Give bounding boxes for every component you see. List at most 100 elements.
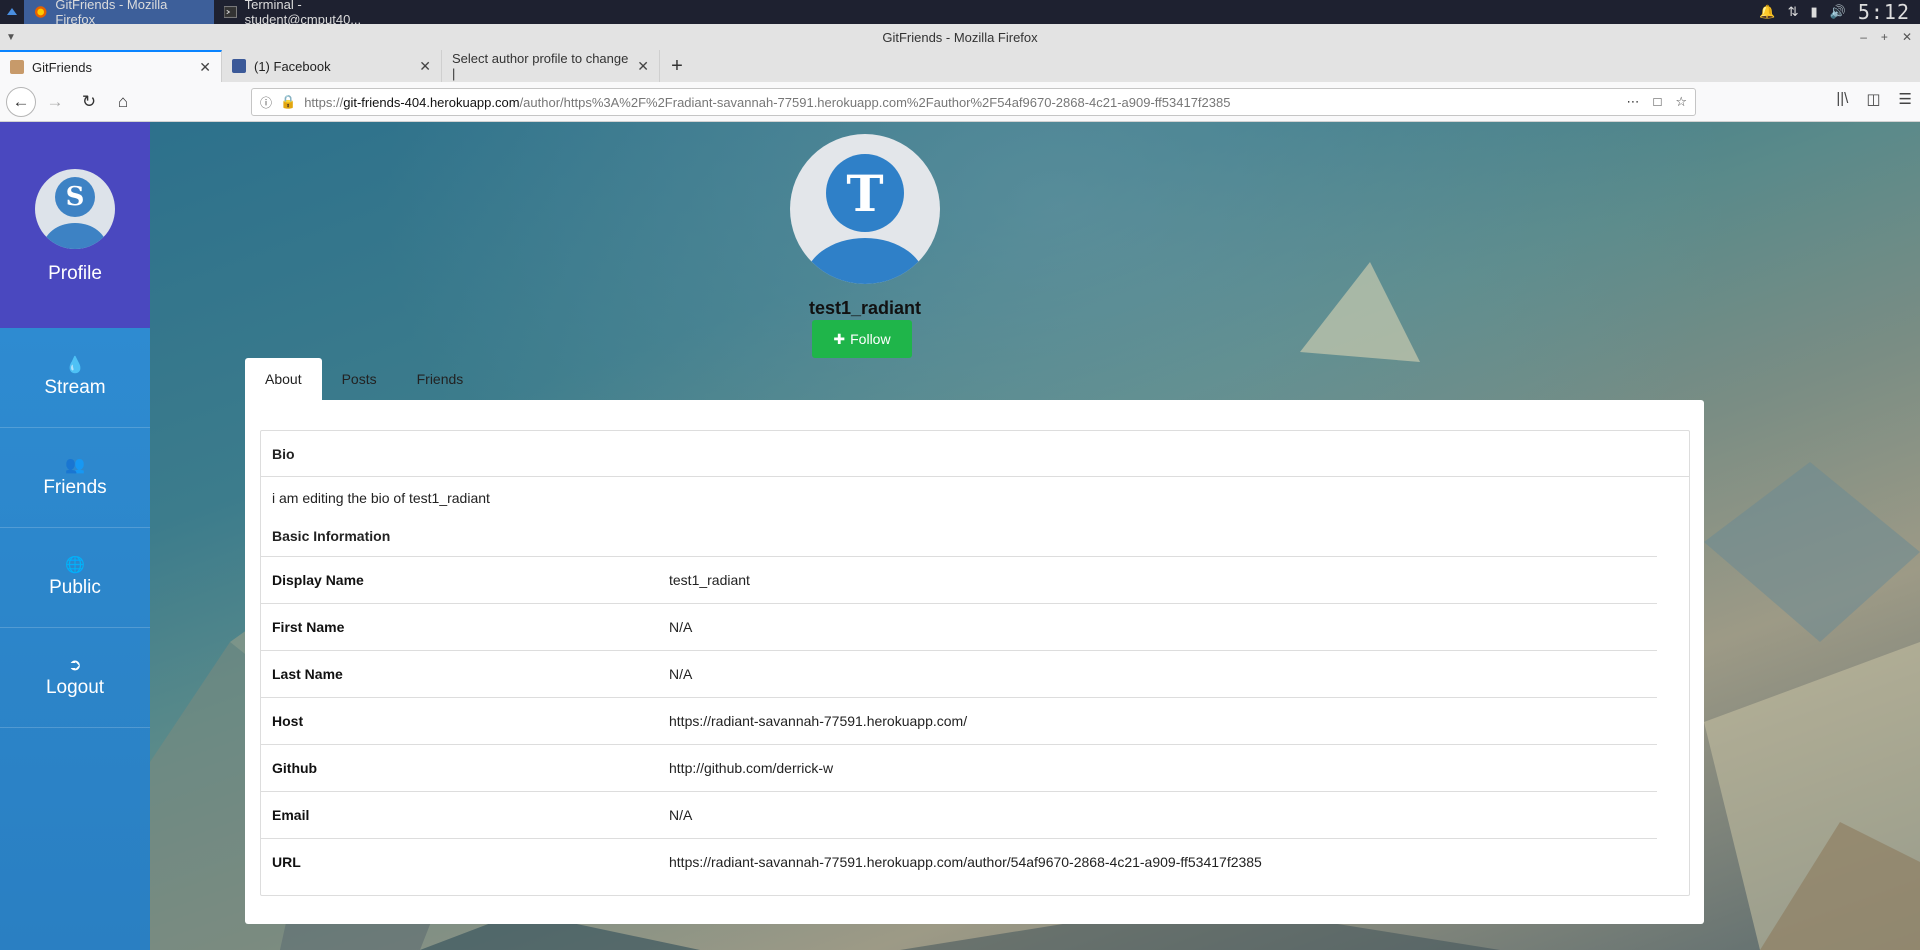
- about-card: Bio i am editing the bio of test1_radian…: [245, 400, 1704, 924]
- avatar: S: [35, 169, 115, 249]
- avatar-body: [804, 238, 926, 284]
- window-menu-icon[interactable]: ▼: [6, 32, 16, 43]
- tab-about[interactable]: About: [245, 358, 322, 400]
- avatar-initial: S: [55, 177, 95, 217]
- row-key: Display Name: [261, 556, 658, 604]
- row-value: N/A: [658, 650, 1657, 698]
- url-text[interactable]: https://git-friends-404.herokuapp.com/au…: [304, 95, 1230, 110]
- back-button[interactable]: ←: [6, 86, 36, 117]
- volume-icon[interactable]: 🔊: [1830, 4, 1846, 20]
- library-icon[interactable]: ||\: [1836, 90, 1848, 108]
- system-tray: 🔔 ⇅ ▮ 🔊 5:12: [1759, 0, 1920, 24]
- gitfriends-favicon-icon: [10, 60, 24, 74]
- window-titlebar: ▼ GitFriends - Mozilla Firefox – + ✕: [0, 24, 1920, 50]
- avatar-body: [43, 223, 107, 249]
- window-title: GitFriends - Mozilla Firefox: [882, 29, 1038, 45]
- row-key: Email: [261, 791, 658, 839]
- sidebar-toggle-icon[interactable]: ◫: [1866, 90, 1880, 108]
- tab-label: (1) Facebook: [254, 58, 331, 74]
- close-tab-icon[interactable]: ✕: [419, 58, 431, 75]
- battery-icon[interactable]: ▮: [1810, 4, 1817, 20]
- page-actions-icon[interactable]: ⋯: [1626, 94, 1639, 110]
- lock-icon[interactable]: 🔒: [280, 94, 296, 110]
- sidebar-item-label: Public: [49, 576, 101, 598]
- row-key: Host: [261, 697, 658, 745]
- table-row: First Name N/A: [261, 603, 1657, 651]
- table-row: Github http://github.com/derrick-w: [261, 744, 1657, 792]
- tint-icon: 💧: [65, 356, 85, 374]
- follow-label: Follow: [850, 331, 891, 347]
- sign-out-icon: ➲: [68, 656, 82, 674]
- row-key: Last Name: [261, 650, 658, 698]
- terminal-icon: [224, 6, 237, 18]
- taskbar-item-label: Terminal - student@cmput40...: [244, 0, 362, 27]
- taskbar-item-firefox[interactable]: GitFriends - Mozilla Firefox: [24, 0, 214, 27]
- basic-info-heading: Basic Information: [272, 528, 391, 544]
- bio-text: i am editing the bio of test1_radiant: [272, 490, 490, 506]
- network-icon[interactable]: ⇅: [1788, 4, 1799, 20]
- tab-label: About: [265, 371, 302, 387]
- taskbar-item-terminal[interactable]: Terminal - student@cmput40...: [214, 0, 414, 27]
- taskbar-item-label: GitFriends - Mozilla Firefox: [55, 0, 168, 27]
- tab-label: Friends: [416, 371, 464, 387]
- firefox-icon: [34, 6, 47, 18]
- os-taskbar: GitFriends - Mozilla Firefox Terminal - …: [0, 0, 1920, 27]
- avatar-initial: T: [826, 154, 904, 232]
- row-key: First Name: [261, 603, 658, 651]
- forward-button[interactable]: →: [40, 87, 70, 117]
- users-icon: 👥: [65, 456, 85, 474]
- sidebar-item-public[interactable]: 🌐 Public: [0, 528, 150, 628]
- table-row: Host https://radiant-savannah-77591.herok…: [261, 697, 1657, 745]
- browser-tab-gitfriends[interactable]: GitFriends ✕: [0, 50, 222, 82]
- bookmark-star-icon[interactable]: ☆: [1675, 94, 1687, 110]
- follow-button[interactable]: ✚ Follow: [812, 320, 912, 358]
- row-value: test1_radiant: [658, 556, 1657, 604]
- table-row: Display Name test1_radiant: [261, 556, 1657, 604]
- new-tab-button[interactable]: +: [660, 50, 694, 82]
- url-bar[interactable]: ⓘ 🔒 https://git-friends-404.herokuapp.co…: [251, 88, 1696, 116]
- close-window-icon[interactable]: ✕: [1902, 30, 1912, 44]
- basic-info-table: Display Name test1_radiant First Name N/A …: [261, 556, 1657, 886]
- tab-friends[interactable]: Friends: [397, 358, 484, 400]
- table-row: Last Name N/A: [261, 650, 1657, 698]
- minimize-icon[interactable]: –: [1860, 30, 1867, 44]
- tab-label: GitFriends: [32, 59, 92, 75]
- reload-button[interactable]: ↻: [74, 87, 104, 117]
- sidebar-item-profile[interactable]: S Profile: [0, 122, 150, 328]
- close-tab-icon[interactable]: ✕: [199, 59, 211, 76]
- page-content: S Profile 💧 Stream 👥 Friends 🌐 Public ➲ …: [0, 122, 1920, 950]
- maximize-icon[interactable]: +: [1881, 30, 1888, 44]
- row-value: https://radiant-savannah-77591.herokuapp…: [658, 838, 1657, 886]
- profile-tabs: About Posts Friends: [245, 358, 483, 400]
- row-key: Github: [261, 744, 658, 792]
- browser-navbar: ← → ↻ ⌂ ⓘ 🔒 https://git-friends-404.hero…: [0, 82, 1920, 122]
- sidebar-item-logout[interactable]: ➲ Logout: [0, 628, 150, 728]
- row-value: N/A: [658, 603, 1657, 651]
- sidebar-item-label: Stream: [44, 376, 106, 398]
- sidebar: S Profile 💧 Stream 👥 Friends 🌐 Public ➲ …: [0, 122, 150, 950]
- sidebar-item-label: Friends: [43, 476, 107, 498]
- profile-avatar: T: [790, 134, 940, 284]
- notification-icon[interactable]: 🔔: [1759, 4, 1775, 20]
- info-icon[interactable]: ⓘ: [260, 94, 272, 111]
- bio-heading: Bio: [261, 431, 1689, 477]
- home-button[interactable]: ⌂: [108, 87, 138, 117]
- tab-posts[interactable]: Posts: [322, 358, 397, 400]
- tab-label: Select author profile to change |: [452, 51, 629, 81]
- pocket-icon[interactable]: □: [1653, 94, 1661, 110]
- profile-username: test1_radiant: [808, 298, 922, 318]
- sidebar-item-stream[interactable]: 💧 Stream: [0, 328, 150, 428]
- sidebar-item-friends[interactable]: 👥 Friends: [0, 428, 150, 528]
- user-plus-icon: ✚: [833, 330, 846, 347]
- browser-tab-facebook[interactable]: (1) Facebook ✕: [222, 50, 442, 82]
- app-menu-icon[interactable]: [0, 0, 24, 24]
- table-row: Email N/A: [261, 791, 1657, 839]
- row-value: https://radiant-savannah-77591.herokuapp…: [658, 697, 1657, 745]
- tab-label: Posts: [341, 371, 377, 387]
- sidebar-item-label: Profile: [48, 263, 102, 284]
- close-tab-icon[interactable]: ✕: [637, 58, 649, 75]
- about-panel: Bio i am editing the bio of test1_radian…: [260, 430, 1690, 896]
- browser-tab-admin[interactable]: Select author profile to change | ✕: [442, 50, 660, 82]
- hamburger-menu-icon[interactable]: ☰: [1899, 90, 1912, 108]
- clock: 5:12: [1857, 0, 1910, 24]
